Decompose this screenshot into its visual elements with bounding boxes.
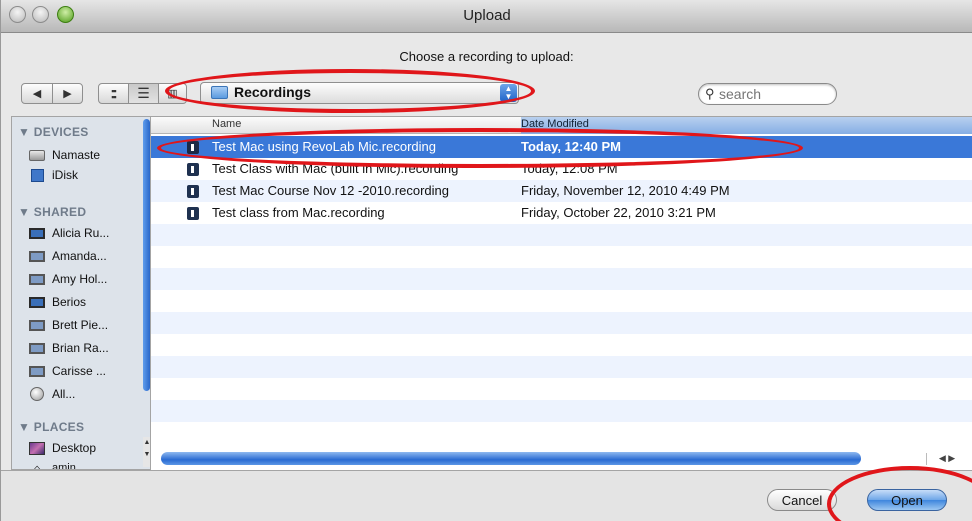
- recording-file-icon: [187, 207, 199, 220]
- network-computer-icon: [28, 249, 46, 264]
- annotation-circle-location: [165, 69, 535, 113]
- sidebar-item-desktop[interactable]: Desktop: [28, 438, 96, 458]
- sidebar-item-amy[interactable]: Amy Hol...: [28, 269, 107, 289]
- back-arrow-icon: ◀: [32, 88, 42, 100]
- window-title: Upload: [463, 7, 511, 24]
- network-computer-icon: [28, 272, 46, 287]
- sidebar-item-brian[interactable]: Brian Ra...: [28, 338, 109, 358]
- upload-dialog-window: Upload Choose a recording to upload: ◀ ▶…: [0, 0, 972, 521]
- forward-arrow-icon: ▶: [63, 88, 72, 100]
- network-computer-icon: [28, 226, 46, 241]
- search-input[interactable]: [719, 86, 831, 102]
- empty-row: [151, 378, 972, 400]
- sidebar-item-alicia[interactable]: Alicia Ru...: [28, 223, 109, 243]
- file-date: Friday, October 22, 2010 3:21 PM: [521, 205, 716, 220]
- desktop-icon: [28, 441, 46, 456]
- empty-row: [151, 224, 972, 246]
- icon-view-button[interactable]: ▪▪ ▪▪: [99, 84, 129, 103]
- dialog-button-bar: Cancel Open: [1, 470, 972, 521]
- empty-row: [151, 290, 972, 312]
- sidebar-item-label: Amanda...: [52, 249, 107, 263]
- sidebar-item-label: All...: [52, 387, 76, 401]
- file-name: Test class from Mac.recording: [212, 205, 385, 220]
- network-computer-icon: [28, 341, 46, 356]
- file-list-horizontal-scrollbar[interactable]: [161, 449, 863, 467]
- dialog-prompt: Choose a recording to upload:: [399, 49, 574, 64]
- file-date: Friday, November 12, 2010 4:49 PM: [521, 183, 730, 198]
- sidebar-item-label: Amy Hol...: [52, 272, 108, 286]
- file-row[interactable]: Test class from Mac.recording Friday, Oc…: [151, 202, 972, 224]
- sidebar-item-carisse[interactable]: Carisse ...: [28, 361, 106, 381]
- sidebar: ▼ DEVICES Namaste iDisk ▼ SHARED Alicia …: [11, 116, 151, 470]
- sidebar-item-amanda[interactable]: Amanda...: [28, 246, 107, 266]
- sidebar-scroll-arrows[interactable]: ▲ ▼: [143, 437, 150, 467]
- network-computer-icon: [28, 364, 46, 379]
- back-forward-control: ◀ ▶: [21, 83, 83, 104]
- list-view-button[interactable]: ☰: [129, 84, 159, 103]
- sidebar-item-label: Namaste: [52, 148, 101, 162]
- empty-row: [151, 268, 972, 290]
- sidebar-item-berios[interactable]: Berios: [28, 292, 86, 312]
- sidebar-item-label: Berios: [52, 295, 87, 309]
- empty-row: [151, 422, 972, 444]
- sidebar-item-label: Brian Ra...: [52, 341, 109, 355]
- recording-file-icon: [187, 163, 199, 176]
- horizontal-scrollbar-thumb[interactable]: [161, 452, 861, 465]
- list-view-icon: ☰: [137, 85, 150, 101]
- annotation-circle-file: [157, 128, 803, 168]
- sidebar-item-label: Desktop: [52, 441, 97, 455]
- sidebar-scrollbar[interactable]: [143, 119, 150, 455]
- hard-drive-icon: [28, 148, 46, 163]
- sidebar-section-devices[interactable]: ▼ DEVICES: [18, 125, 89, 139]
- title-bar: Upload: [1, 0, 972, 33]
- name-column-header[interactable]: Name: [212, 118, 241, 130]
- idisk-icon: [28, 168, 46, 183]
- icon-view-icon: ▪▪ ▪▪: [111, 85, 116, 102]
- network-computer-icon: [28, 318, 46, 333]
- sidebar-item-label: amin: [52, 462, 76, 470]
- sidebar-scrollbar-thumb[interactable]: [143, 119, 150, 391]
- empty-row: [151, 334, 972, 356]
- sidebar-item-label: Alicia Ru...: [52, 226, 110, 240]
- empty-row: [151, 400, 972, 422]
- sidebar-item-label: iDisk: [52, 168, 78, 182]
- network-computer-icon: [28, 295, 46, 310]
- sidebar-section-shared[interactable]: ▼ SHARED: [18, 205, 86, 219]
- sidebar-item-label: Carisse ...: [52, 364, 107, 378]
- recording-file-icon: [187, 185, 199, 198]
- search-icon: ⚲: [705, 86, 715, 101]
- empty-row: [151, 312, 972, 334]
- sidebar-item-brett[interactable]: Brett Pie...: [28, 315, 108, 335]
- empty-row: [151, 356, 972, 378]
- sidebar-item-namaste[interactable]: Namaste: [28, 145, 100, 165]
- sidebar-item-idisk[interactable]: iDisk: [28, 165, 78, 185]
- horizontal-scroll-arrows[interactable]: ◀ ▶: [926, 453, 967, 465]
- file-name: Test Mac Course Nov 12 -2010.recording: [212, 183, 450, 198]
- file-row[interactable]: Test Mac Course Nov 12 -2010.recording F…: [151, 180, 972, 202]
- sidebar-item-label: Brett Pie...: [52, 318, 109, 332]
- home-icon: ⌂: [33, 460, 41, 470]
- file-list: Name Date Modified Test Mac using RevoLa…: [151, 116, 972, 470]
- forward-button[interactable]: ▶: [53, 84, 82, 103]
- empty-row: [151, 246, 972, 268]
- back-button[interactable]: ◀: [22, 84, 53, 103]
- sidebar-section-places[interactable]: ▼ PLACES: [18, 420, 84, 434]
- network-globe-icon: [28, 387, 46, 402]
- sidebar-item-all[interactable]: All...: [28, 384, 75, 404]
- sidebar-item-home[interactable]: ⌂ amin: [28, 458, 76, 470]
- search-field[interactable]: ⚲: [698, 83, 837, 105]
